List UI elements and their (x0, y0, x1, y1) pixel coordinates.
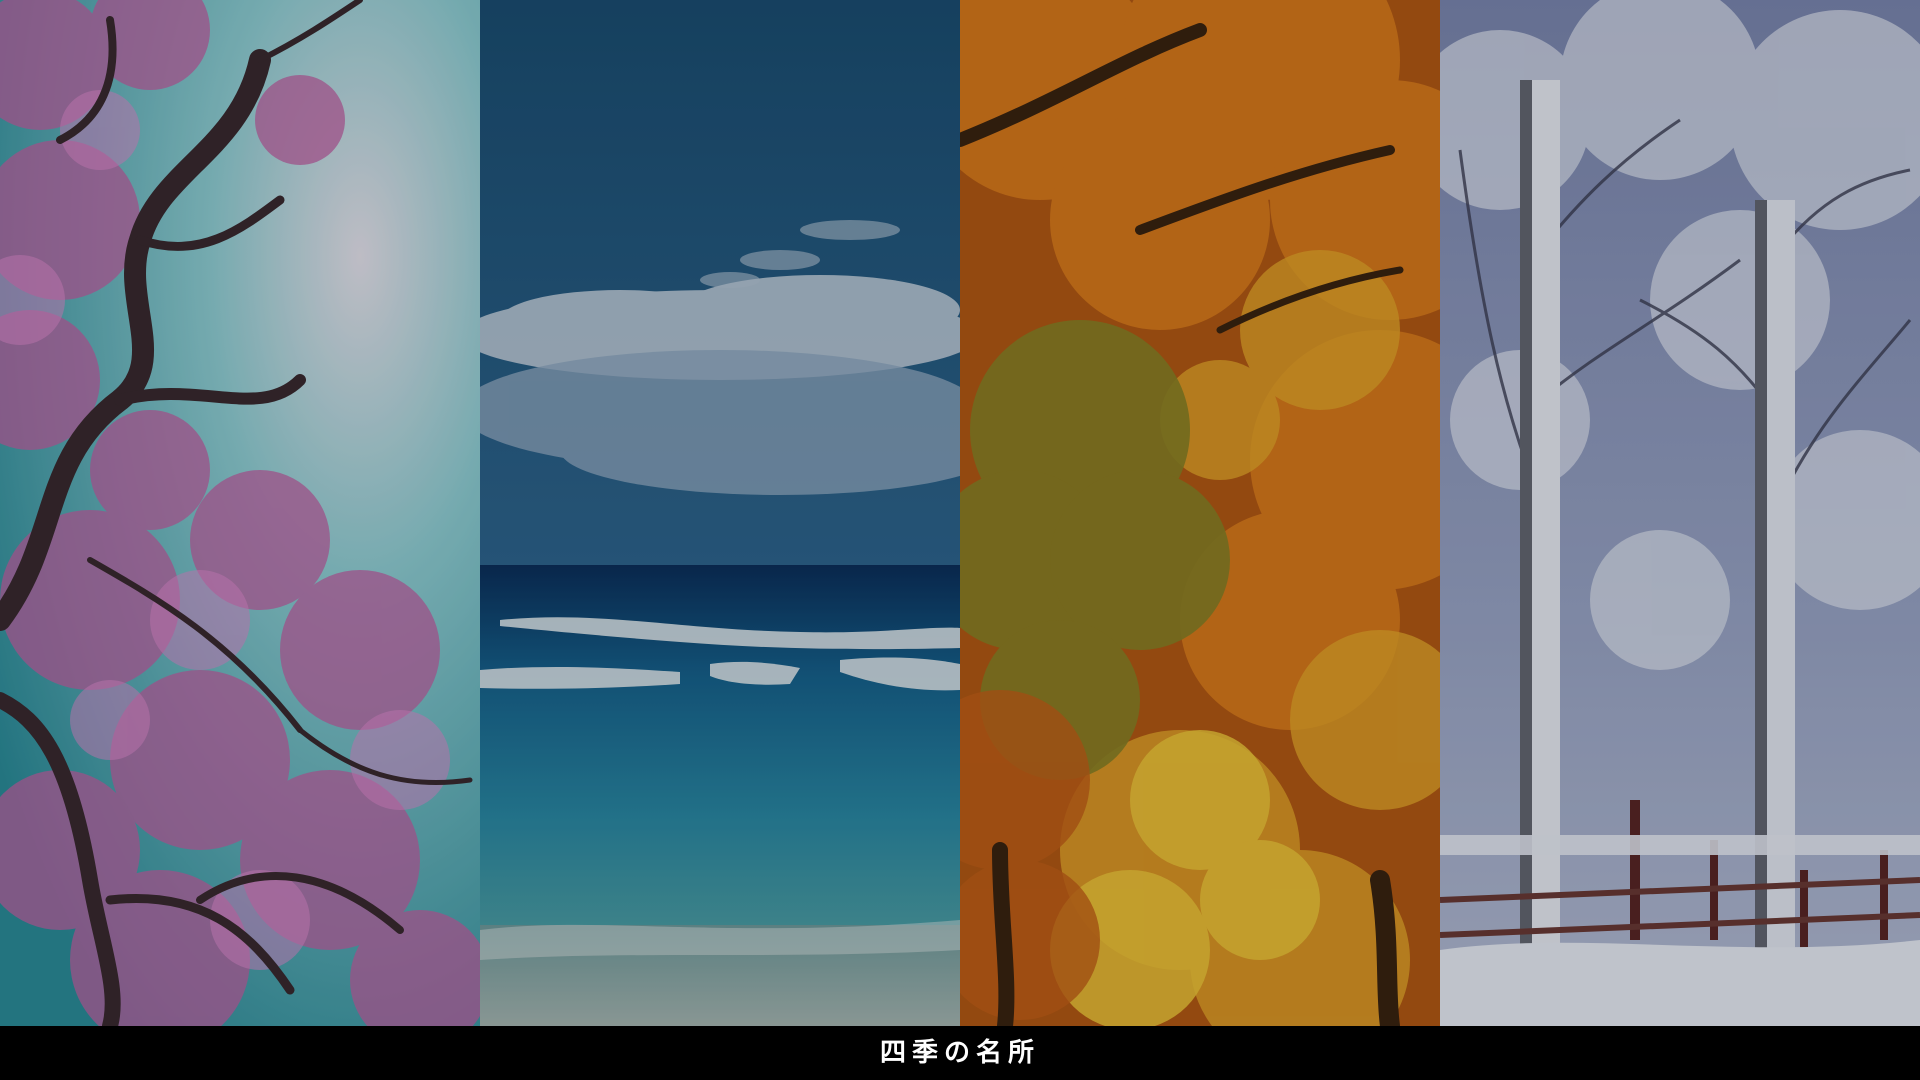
caption-title: 四季の名所 (879, 1038, 1040, 1068)
four-seasons-collage: 四季の名所 (0, 0, 1920, 1080)
season-panels (0, 0, 1920, 1026)
caption-bar: 四季の名所 (0, 1026, 1920, 1080)
winter-snow-forest-panel (1440, 0, 1920, 1026)
summer-ocean-panel (480, 0, 960, 1026)
summer-ocean-image (480, 0, 960, 1026)
spring-cherry-blossom-panel (0, 0, 480, 1026)
autumn-maple-image (960, 0, 1440, 1026)
winter-snow-forest-image (1440, 0, 1920, 1026)
autumn-maple-panel (960, 0, 1440, 1026)
spring-cherry-blossom-image (0, 0, 480, 1026)
